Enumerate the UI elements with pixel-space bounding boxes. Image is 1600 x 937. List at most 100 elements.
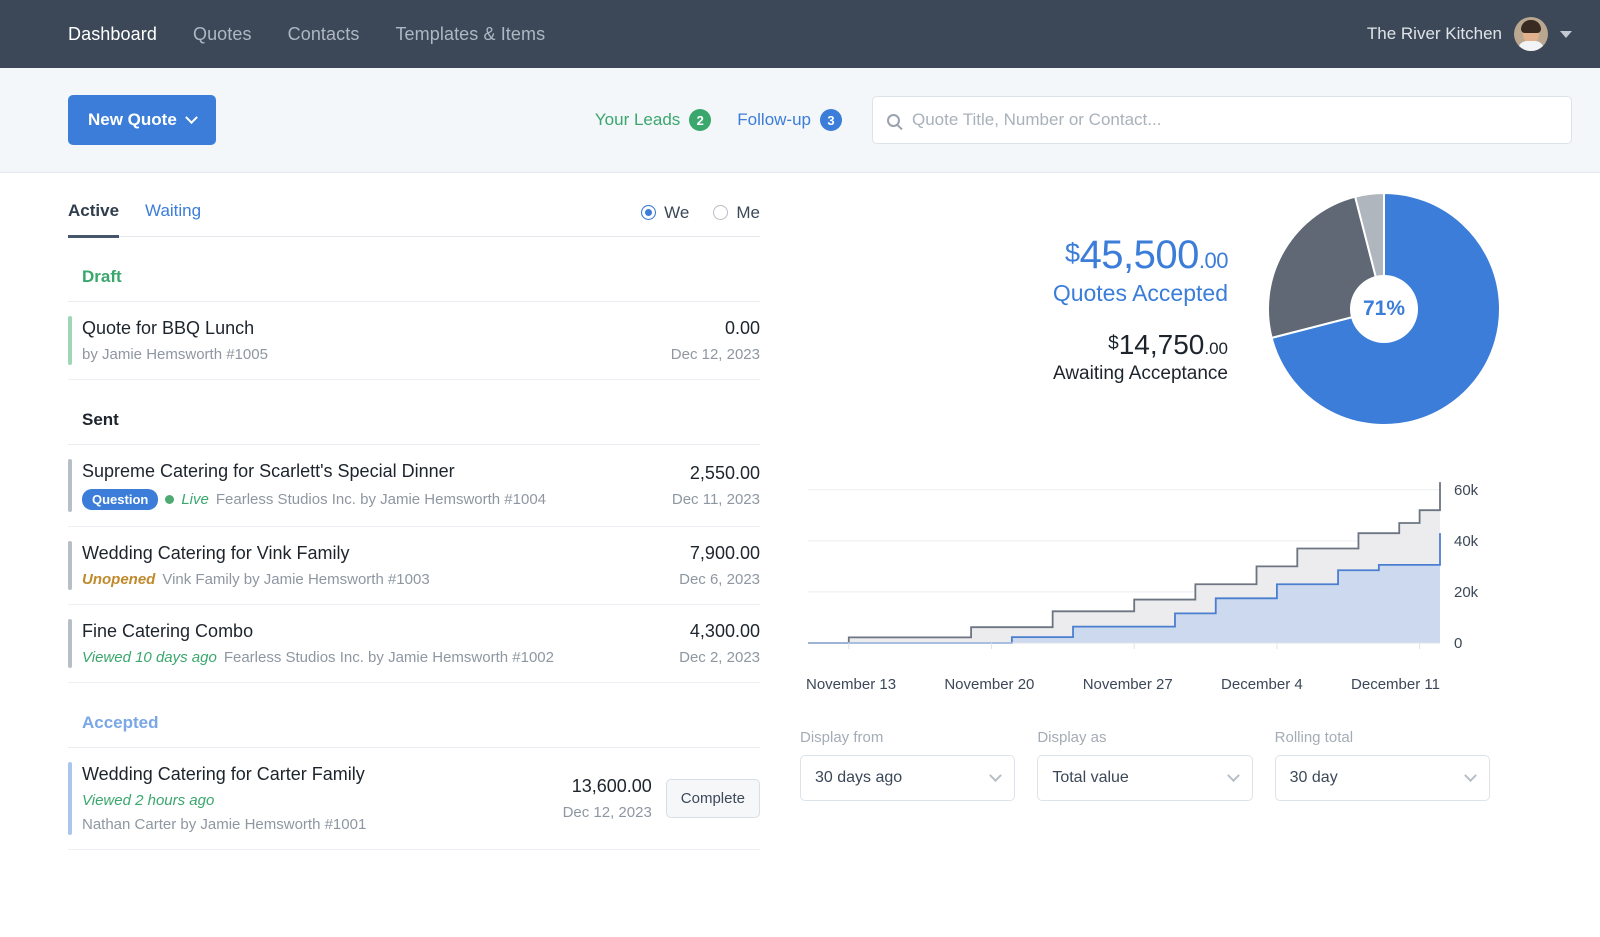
area-chart-svg: 0 20k 40k 60k bbox=[808, 482, 1479, 652]
account-name: The River Kitchen bbox=[1366, 24, 1502, 43]
radio-me[interactable]: Me bbox=[713, 203, 760, 223]
display-from-select[interactable]: 30 days ago bbox=[800, 755, 1016, 801]
nav-item-contacts[interactable]: Contacts bbox=[288, 24, 360, 45]
row-title: Wedding Catering for Carter Family bbox=[82, 764, 365, 784]
row-accent-bar bbox=[68, 459, 72, 512]
table-row[interactable]: Wedding Catering for Vink Family Unopene… bbox=[68, 527, 760, 605]
row-main: Supreme Catering for Scarlett's Special … bbox=[82, 461, 590, 510]
row-title: Supreme Catering for Scarlett's Special … bbox=[82, 461, 455, 481]
quote-list-pane: Active Waiting We Me Draft Quote for BBQ… bbox=[0, 173, 790, 937]
summary-stats: $45,500.00 Quotes Accepted $14,750.00 Aw… bbox=[800, 191, 1501, 426]
rolling-total-select[interactable]: 30 day bbox=[1274, 755, 1490, 801]
chart-controls: Display from 30 days ago Display as Tota… bbox=[800, 729, 1500, 801]
nav-item-templates-items[interactable]: Templates & Items bbox=[395, 24, 545, 45]
complete-button[interactable]: Complete bbox=[665, 779, 760, 818]
row-status: Unopened bbox=[82, 571, 156, 588]
your-leads-count-badge: 2 bbox=[689, 109, 712, 131]
avatar[interactable] bbox=[1514, 17, 1548, 51]
section-heading-draft: Draft bbox=[68, 237, 760, 302]
row-date: Dec 6, 2023 bbox=[679, 571, 760, 588]
radio-me-indicator bbox=[713, 205, 729, 220]
search-box[interactable] bbox=[872, 96, 1572, 144]
search-icon bbox=[887, 113, 900, 127]
control-display-from: Display from 30 days ago bbox=[800, 729, 1016, 801]
radio-we[interactable]: We bbox=[641, 203, 689, 223]
row-accent-bar bbox=[68, 541, 72, 590]
radio-we-indicator bbox=[641, 205, 657, 220]
x-tick-label: November 13 bbox=[806, 676, 897, 693]
nav-item-quotes[interactable]: Quotes bbox=[193, 24, 252, 45]
row-right: 7,900.00 Dec 6, 2023 bbox=[590, 543, 760, 588]
area-chart: 0 20k 40k 60k November 13 November 20 Novem… bbox=[800, 465, 1500, 693]
tab-active[interactable]: Active bbox=[68, 201, 120, 238]
row-amount: 0.00 bbox=[724, 318, 760, 338]
nav-item-dashboard[interactable]: Dashboard bbox=[68, 24, 157, 45]
chevron-down-icon bbox=[989, 768, 1003, 782]
row-right: 4,300.00 Dec 2, 2023 bbox=[590, 621, 760, 666]
awaiting-amount: 14,750 bbox=[1118, 329, 1205, 360]
table-row[interactable]: Fine Catering Combo Viewed 10 days ago F… bbox=[68, 605, 760, 683]
accepted-total: $45,500.00 bbox=[1053, 233, 1228, 278]
row-main: Fine Catering Combo Viewed 10 days ago F… bbox=[82, 621, 590, 666]
row-meta-text: Nathan Carter by Jamie Hemsworth #1001 bbox=[82, 816, 367, 833]
tab-waiting[interactable]: Waiting bbox=[145, 201, 201, 238]
nav-links: Dashboard Quotes Contacts Templates & It… bbox=[68, 24, 545, 45]
leads-group: Your Leads 2 Follow-up 3 bbox=[595, 109, 872, 131]
row-main: Wedding Catering for Vink Family Unopene… bbox=[82, 543, 590, 588]
row-date: Dec 12, 2023 bbox=[562, 804, 652, 821]
y-tick-label: 40k bbox=[1454, 533, 1479, 550]
awaiting-total: $14,750.00 bbox=[1053, 329, 1228, 361]
row-amount: 2,550.00 bbox=[689, 463, 760, 483]
status-badge: Question bbox=[82, 489, 159, 510]
avatar-shirt bbox=[1518, 41, 1544, 51]
row-meta: Unopened Vink Family by Jamie Hemsworth … bbox=[82, 571, 590, 588]
chevron-down-icon[interactable] bbox=[1560, 30, 1572, 38]
follow-up-count-badge: 3 bbox=[820, 109, 842, 131]
awaiting-currency: $ bbox=[1108, 333, 1119, 354]
awaiting-cents: .00 bbox=[1204, 339, 1228, 358]
radio-we-label: We bbox=[664, 202, 690, 222]
action-toolbar: New Quote Your Leads 2 Follow-up 3 bbox=[0, 68, 1600, 173]
your-leads-link[interactable]: Your Leads 2 bbox=[594, 109, 712, 131]
display-as-select[interactable]: Total value bbox=[1037, 755, 1253, 801]
new-quote-label: New Quote bbox=[88, 110, 177, 129]
control-label: Display from bbox=[800, 729, 884, 746]
row-amount: 7,900.00 bbox=[689, 543, 760, 563]
y-tick-label: 20k bbox=[1454, 584, 1479, 601]
x-tick-label: December 4 bbox=[1221, 676, 1303, 693]
row-amount: 4,300.00 bbox=[689, 621, 760, 641]
search-input[interactable] bbox=[912, 110, 1557, 130]
row-right: 13,600.00 Dec 12, 2023 bbox=[482, 776, 652, 821]
row-date: Dec 11, 2023 bbox=[671, 491, 760, 508]
donut-center-label: 71% bbox=[1350, 275, 1418, 343]
account-menu[interactable]: The River Kitchen bbox=[1367, 17, 1572, 51]
table-row[interactable]: Supreme Catering for Scarlett's Special … bbox=[68, 445, 760, 527]
row-meta: Viewed 2 hours ago Nathan Carter by Jami… bbox=[82, 792, 482, 833]
row-meta-text: Fearless Studios Inc. by Jamie Hemsworth… bbox=[223, 649, 554, 666]
row-accent-bar bbox=[68, 619, 72, 668]
y-tick-label: 0 bbox=[1454, 635, 1462, 652]
row-right: 0.00 Dec 12, 2023 bbox=[590, 318, 760, 363]
donut-chart: 71% bbox=[1267, 191, 1501, 426]
accepted-cents: .00 bbox=[1198, 248, 1229, 273]
row-right: 2,550.00 Dec 11, 2023 bbox=[590, 463, 760, 508]
accepted-currency: $ bbox=[1065, 238, 1080, 268]
control-label: Rolling total bbox=[1274, 729, 1354, 746]
table-row[interactable]: Wedding Catering for Carter Family Viewe… bbox=[68, 748, 760, 850]
row-meta: Question Live Fearless Studios Inc. by J… bbox=[82, 489, 590, 510]
row-title: Quote for BBQ Lunch bbox=[82, 318, 255, 338]
table-row[interactable]: Quote for BBQ Lunch by Jamie Hemsworth #… bbox=[68, 302, 760, 380]
area-chart-x-axis: November 13 November 20 November 27 Dece… bbox=[800, 670, 1500, 693]
row-status: Viewed 2 hours ago bbox=[82, 792, 215, 809]
display-from-value: 30 days ago bbox=[815, 769, 903, 786]
x-tick-label: December 11 bbox=[1351, 676, 1440, 693]
follow-up-link[interactable]: Follow-up 3 bbox=[737, 109, 842, 131]
your-leads-label: Your Leads bbox=[594, 110, 681, 129]
new-quote-button[interactable]: New Quote bbox=[68, 95, 216, 145]
stats-text: $45,500.00 Quotes Accepted $14,750.00 Aw… bbox=[1053, 233, 1229, 385]
y-tick-label: 60k bbox=[1454, 482, 1479, 499]
section-heading-sent: Sent bbox=[68, 380, 760, 445]
row-meta: by Jamie Hemsworth #1005 bbox=[82, 346, 590, 363]
chevron-down-icon bbox=[1464, 768, 1477, 782]
list-tabs: Active Waiting bbox=[68, 201, 201, 238]
